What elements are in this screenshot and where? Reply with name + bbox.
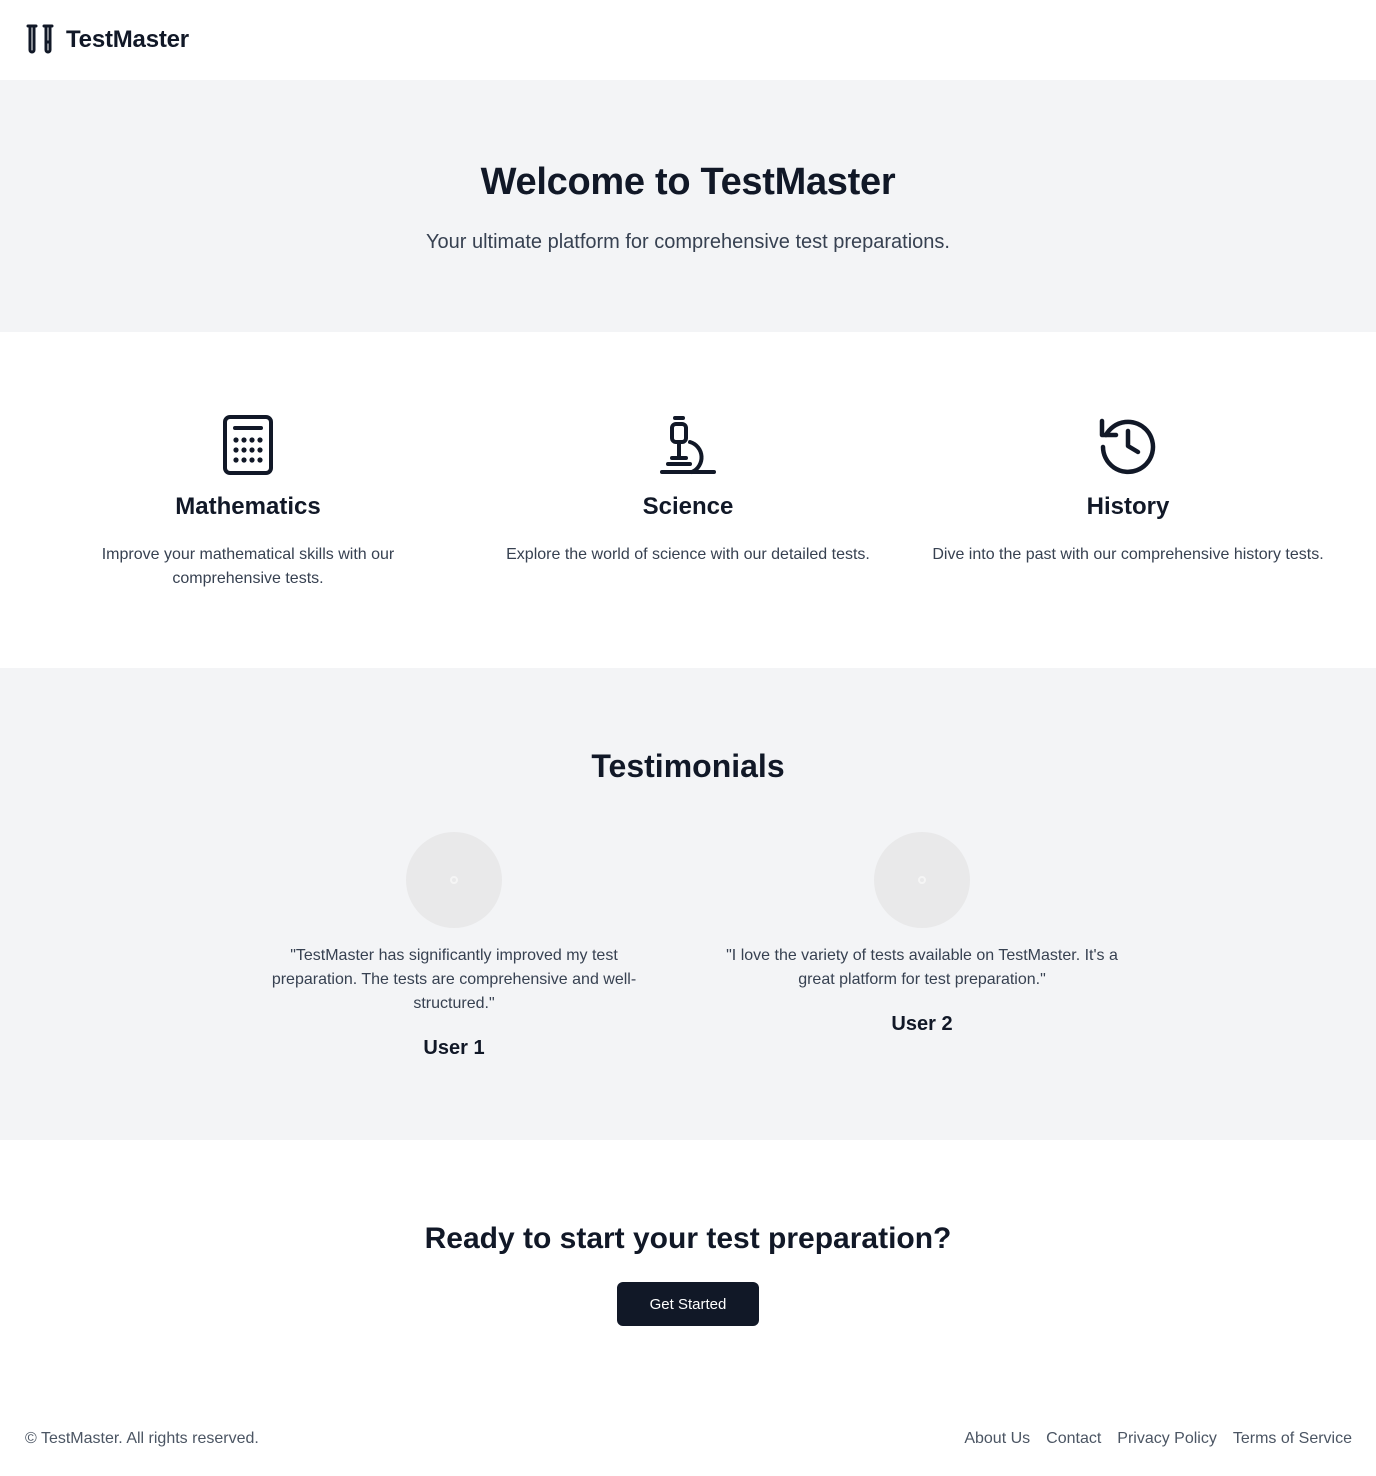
feature-card-mathematics: Mathematics Improve your mathematical sk… [28,414,468,668]
avatar [874,832,970,928]
hero-subtitle: Your ultimate platform for comprehensive… [426,231,950,253]
footer-link-contact[interactable]: Contact [1046,1430,1101,1448]
testimonial-card: "I love the variety of tests available o… [718,832,1126,1062]
testimonials-section: Testimonials "TestMaster has significant… [0,668,1376,1140]
testimonials-list: "TestMaster has significantly improved m… [0,832,1376,1062]
feature-title: Science [642,493,734,520]
test-tubes-icon [25,24,55,56]
testimonial-quote: "TestMaster has significantly improved m… [271,947,637,1012]
footer-link-terms-of-service[interactable]: Terms of Service [1233,1430,1352,1448]
get-started-button[interactable]: Get Started [617,1282,759,1326]
testimonial-card: "TestMaster has significantly improved m… [250,832,658,1062]
calculator-icon [217,414,279,476]
testimonials-title: Testimonials [591,748,785,784]
feature-card-history: History Dive into the past with our comp… [908,414,1348,668]
feature-description: Explore the world of science with our de… [506,546,870,563]
features-section: Mathematics Improve your mathematical sk… [0,332,1376,668]
hero-title: Welcome to TestMaster [480,161,896,203]
avatar-placeholder-icon [918,876,926,884]
testimonial-author: User 1 [423,1037,485,1059]
footer-nav: About Us Contact Privacy Policy Terms of… [964,1430,1352,1448]
hero-section: Welcome to TestMaster Your ultimate plat… [0,80,1376,332]
microscope-icon [657,414,719,476]
feature-card-science: Science Explore the world of science wit… [468,414,908,668]
avatar [406,832,502,928]
feature-description: Improve your mathematical skills with ou… [101,546,395,587]
cta-title: Ready to start your test preparation? [424,1222,952,1255]
testimonial-quote: "I love the variety of tests available o… [726,947,1118,988]
feature-description: Dive into the past with our comprehensiv… [932,546,1324,563]
site-footer: © TestMaster. All rights reserved. About… [0,1402,1376,1476]
feature-title: History [1086,493,1170,520]
cta-section: Ready to start your test preparation? Ge… [0,1140,1376,1402]
footer-link-about-us[interactable]: About Us [964,1430,1030,1448]
avatar-placeholder-icon [450,876,458,884]
brand-name[interactable]: TestMaster [66,26,189,54]
site-header: TestMaster [0,0,1376,80]
testimonial-author: User 2 [891,1013,953,1035]
history-icon [1097,414,1159,476]
copyright-text: © TestMaster. All rights reserved. [25,1430,259,1447]
feature-title: Mathematics [175,493,321,520]
footer-link-privacy-policy[interactable]: Privacy Policy [1117,1430,1217,1448]
